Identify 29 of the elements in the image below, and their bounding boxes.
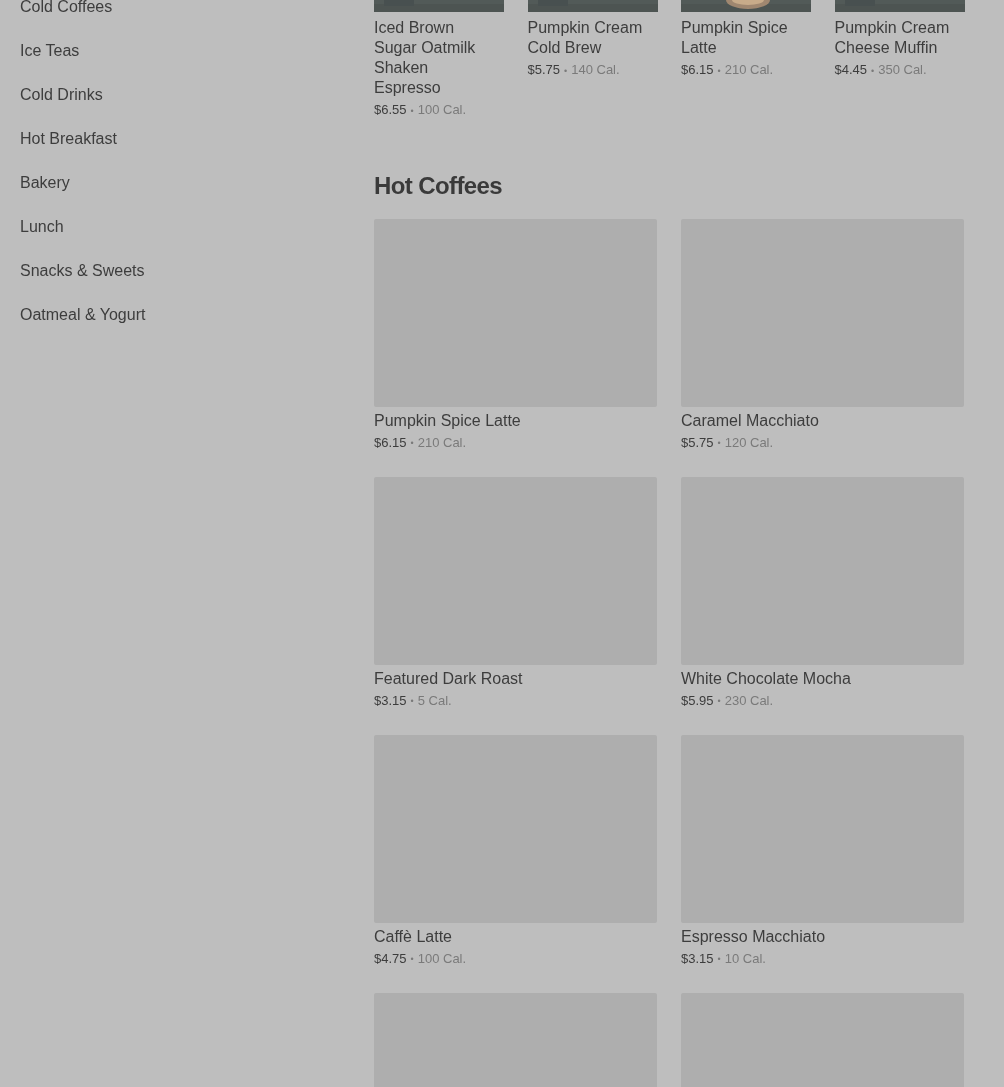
section-heading: Hot Coffees [374, 170, 504, 201]
sidebar-item[interactable]: Snacks & Sweets [20, 249, 145, 293]
product-name[interactable]: Pumpkin Spice Latte [374, 410, 521, 431]
price-calories: $4.75 • 100 Cal. [374, 949, 468, 968]
product-name[interactable]: Pumpkin Cream Cheese Muffin [834, 18, 964, 58]
product-name[interactable]: Featured Dark Roast [374, 668, 523, 689]
product-name[interactable]: Pumpkin Spice Latte [681, 18, 811, 58]
sidebar-item[interactable]: Hot Breakfast [20, 117, 117, 161]
sidebar-item[interactable]: Bakery [20, 161, 70, 205]
product-name[interactable]: White Chocolate Mocha [681, 668, 851, 689]
price-calories: $6.15 • 210 Cal. [681, 61, 775, 79]
product-name[interactable]: Pumpkin Cream Cold Brew [527, 18, 657, 58]
product-name[interactable]: Caramel Macchiato [681, 410, 819, 431]
product-name[interactable]: Espresso Macchiato [681, 926, 826, 947]
price-calories: $5.75 • 120 Cal. [681, 433, 775, 452]
price-calories: $3.15 • 5 Cal. [374, 691, 453, 710]
price-calories: $5.95 • 230 Cal. [681, 691, 775, 710]
price-calories: $6.55 • 100 Cal. [374, 101, 468, 119]
sidebar-item[interactable]: Lunch [20, 205, 64, 249]
sidebar-item[interactable]: Cold Coffees [20, 0, 113, 29]
sidebar-item[interactable]: Cold Drinks [20, 73, 103, 117]
product-name[interactable]: Iced Brown Sugar Oatmilk Shaken Espresso [374, 18, 504, 98]
price-calories: $3.15 • 10 Cal. [681, 949, 767, 968]
sidebar-item[interactable]: Ice Teas [20, 29, 80, 73]
price-calories: $5.75 • 140 Cal. [527, 61, 621, 79]
price-calories: $4.45 • 350 Cal. [834, 61, 928, 79]
sidebar-item[interactable]: Oatmeal & Yogurt [20, 293, 146, 337]
price-calories: $6.15 • 210 Cal. [374, 433, 468, 452]
product-name[interactable]: Caffè Latte [374, 926, 452, 947]
